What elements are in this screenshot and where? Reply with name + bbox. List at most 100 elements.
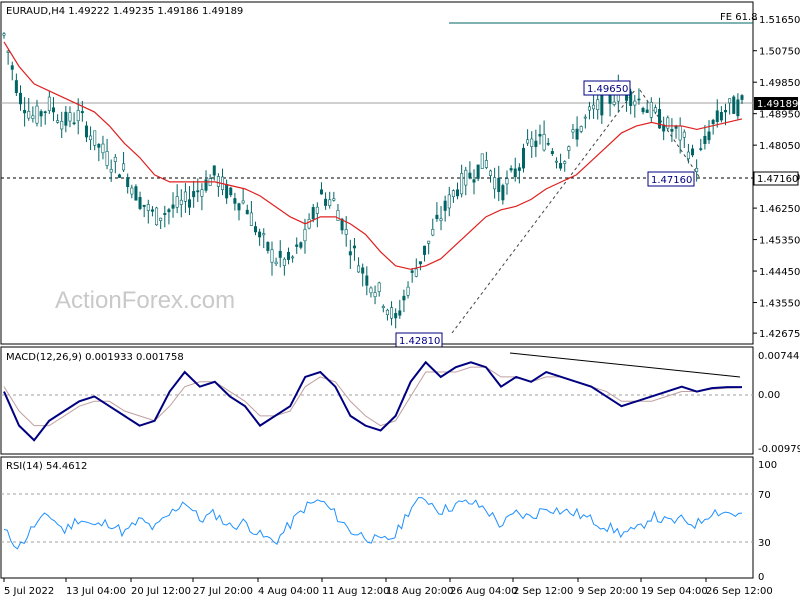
candle-body	[51, 107, 55, 113]
candle-body	[641, 107, 645, 113]
rsi-tick-100: 100	[758, 460, 777, 471]
candle-body	[109, 169, 113, 173]
candle-body	[14, 80, 18, 93]
candle-body	[736, 99, 740, 117]
chart-root: EURAUD,H4 1.49222 1.49235 1.49186 1.4918…	[0, 0, 800, 600]
candle-body	[468, 172, 472, 179]
candle-body	[674, 125, 678, 129]
candle-body	[101, 143, 105, 154]
svg-text:1.49189: 1.49189	[757, 99, 798, 110]
candle-body	[695, 168, 699, 172]
price-tick-label: 1.48950	[759, 110, 800, 121]
candle-body	[682, 131, 686, 138]
candle-body	[451, 190, 455, 197]
candle-body	[394, 313, 398, 319]
candle-body	[596, 99, 600, 110]
candle-body	[538, 134, 542, 137]
candle-body	[2, 33, 6, 36]
x-tick-label: 2 Sep 12:00	[513, 586, 573, 597]
x-tick-label: 11 Aug 12:00	[322, 586, 389, 597]
candle-body	[113, 156, 117, 162]
candle-body	[563, 161, 567, 164]
candle-body	[390, 307, 394, 319]
svg-text:1.49650: 1.49650	[587, 84, 628, 95]
candle-body	[728, 98, 732, 104]
candle-body	[295, 244, 299, 247]
candle-body	[633, 100, 637, 106]
candle-body	[245, 209, 249, 215]
candle-body	[505, 178, 509, 185]
candle-body	[645, 109, 649, 113]
candle-body	[361, 267, 365, 274]
candle-body	[262, 233, 266, 236]
candle-body	[43, 111, 47, 114]
annotation-low: 1.42810	[395, 332, 443, 348]
candle-body	[179, 199, 183, 205]
svg-text:1.42810: 1.42810	[399, 336, 440, 347]
candle-body	[352, 245, 356, 249]
candle-body	[6, 50, 10, 53]
candle-body	[274, 261, 278, 265]
candle-body	[724, 110, 728, 113]
candle-body	[587, 106, 591, 111]
candle-body	[39, 111, 43, 117]
candle-body	[56, 120, 60, 123]
candle-body	[249, 212, 253, 226]
candle-body	[225, 184, 229, 199]
candle-body	[150, 209, 154, 212]
candle-body	[10, 65, 14, 70]
candle-body	[286, 251, 290, 260]
candle-body	[699, 148, 703, 150]
annotation-pivot: 1.47160	[647, 171, 695, 187]
candle-body	[402, 295, 406, 301]
candle-body	[612, 101, 616, 105]
x-tick-label: 26 Sep 12:00	[706, 586, 773, 597]
candle-body	[686, 151, 690, 160]
candle-body	[435, 214, 439, 219]
annotation-high: 1.49650	[583, 80, 631, 96]
x-tick-label: 26 Aug 04:00	[450, 586, 517, 597]
candle-body	[637, 98, 641, 101]
candle-body	[332, 198, 336, 201]
candle-body	[253, 226, 257, 233]
candle-body	[497, 177, 501, 193]
candle-body	[18, 92, 22, 105]
candle-body	[559, 163, 563, 169]
candle-body	[134, 186, 138, 201]
candle-body	[76, 110, 80, 122]
candle-body	[542, 134, 546, 151]
x-tick-label: 27 Jul 20:00	[193, 586, 253, 597]
candle-body	[282, 258, 286, 266]
candle-body	[348, 251, 352, 256]
candle-body	[146, 204, 150, 211]
candle-body	[460, 173, 464, 195]
rsi-title: RSI(14) 54.4612	[6, 461, 87, 472]
candle-body	[126, 177, 130, 188]
candle-body	[670, 129, 674, 132]
candle-body	[27, 111, 31, 119]
candle-body	[678, 125, 682, 141]
price-tick-label: 1.50750	[759, 47, 800, 58]
candle-body	[711, 119, 715, 124]
price-tick-label: 1.48050	[759, 141, 800, 152]
price-tick-label: 1.46250	[759, 204, 800, 215]
candle-body	[183, 191, 187, 202]
candle-body	[427, 240, 431, 244]
candle-body	[307, 219, 311, 229]
candle-body	[484, 160, 488, 168]
current-price-tag: 1.49189	[754, 97, 798, 110]
candle-body	[406, 286, 410, 296]
candle-body	[373, 292, 377, 298]
candle-body	[357, 265, 361, 273]
macd-tick-bottom: -0.009794	[758, 444, 800, 455]
candle-body	[385, 309, 389, 316]
candle-body	[534, 140, 538, 147]
candle-body	[489, 170, 493, 176]
candle-body	[480, 153, 484, 169]
x-tick-label: 20 Jul 12:00	[131, 586, 191, 597]
candle-body	[159, 217, 163, 221]
candle-body	[138, 197, 142, 209]
candle-body	[303, 229, 307, 242]
price-tick-label: 1.51650	[759, 15, 800, 26]
rsi-tick-30: 30	[758, 538, 771, 549]
